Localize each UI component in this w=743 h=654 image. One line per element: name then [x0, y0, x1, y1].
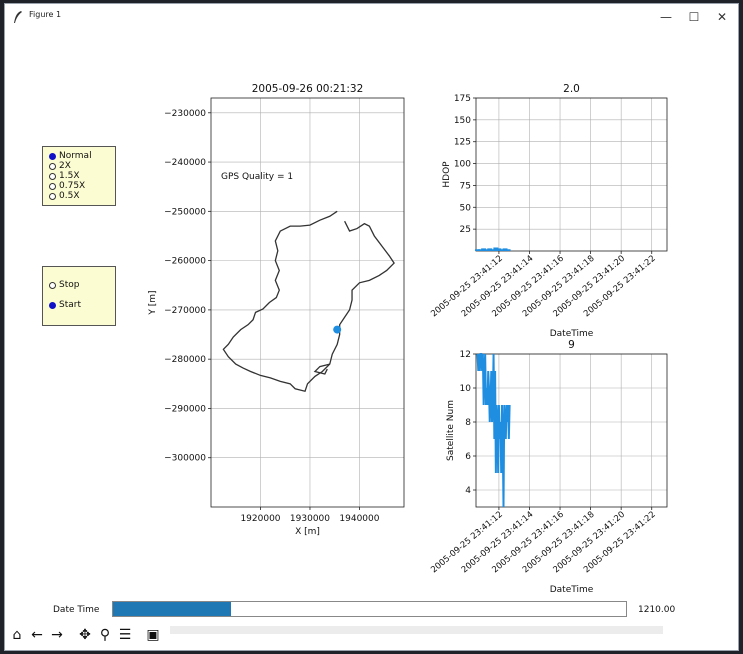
y-tick-label: 75 [460, 181, 471, 191]
hdop-bar [505, 249, 511, 251]
figure-canvas: −230000 −240000 −250000 −260000 −270000 −2800… [148, 83, 668, 595]
forward-icon[interactable]: → [48, 626, 66, 644]
x-axis-label: DateTime [550, 329, 594, 339]
y-tick-label: 100 [454, 160, 471, 170]
back-icon[interactable]: ← [28, 626, 46, 644]
axes-0 [208, 97, 405, 510]
radio-option-0-75x[interactable]: 0.75X [49, 181, 85, 191]
radio-label: 0.5X [59, 191, 80, 201]
y-tick-label: −290000 [164, 404, 206, 414]
y-tick-label: −230000 [164, 109, 206, 119]
y-tick-label: 12 [460, 350, 471, 360]
toolbar-strip [170, 626, 663, 634]
radio-button[interactable] [49, 172, 56, 180]
y-tick-label: −300000 [164, 454, 206, 464]
x-axis-label: DateTime [550, 585, 594, 595]
slider-fill [113, 602, 231, 616]
satellite-num-line [476, 353, 511, 508]
chart-title: 2.0 [563, 83, 580, 95]
radio-label: Normal [59, 151, 92, 161]
configure-icon[interactable]: ☰ [116, 626, 134, 644]
x-axis-label: X [m] [295, 527, 320, 537]
radio-option-2x[interactable]: 2X [49, 161, 71, 171]
y-tick-label: 150 [454, 116, 471, 126]
radio-label: Start [59, 300, 81, 310]
y-tick-label: 125 [454, 138, 471, 148]
y-tick-label: −260000 [164, 257, 206, 267]
radio-button[interactable] [49, 281, 56, 289]
y-tick-label: 4 [465, 486, 471, 496]
x-tick-label: 1930000 [290, 514, 330, 524]
save-icon[interactable]: ▣ [144, 626, 162, 644]
play-radio-group: Stop Start [42, 266, 116, 326]
y-axis-label: HDOP [442, 161, 452, 188]
radio-button[interactable] [49, 301, 56, 309]
radio-label: Stop [59, 280, 80, 290]
radio-label: 2X [59, 161, 71, 171]
pan-icon[interactable]: ✥ [76, 626, 94, 644]
axes-frame [475, 97, 668, 252]
y-tick-label: 6 [465, 452, 471, 462]
y-axis-label: Y [m] [148, 290, 158, 315]
radio-button[interactable] [49, 182, 56, 190]
y-axis-label: Satellite Num [446, 400, 456, 461]
y-tick-label: 8 [465, 418, 471, 428]
gps-quality-annotation: GPS Quality = 1 [221, 172, 293, 182]
radio-option-0-5x[interactable]: 0.5X [49, 191, 79, 201]
y-tick-label: −240000 [164, 158, 206, 168]
y-tick-label: 25 [460, 225, 471, 235]
radio-label: 0.75X [59, 181, 86, 191]
y-tick-label: −250000 [164, 207, 206, 217]
radio-option-start[interactable]: Start [49, 300, 81, 310]
axes-1 [473, 97, 668, 254]
radio-label: 1.5X [59, 171, 80, 181]
chart-title: 9 [568, 339, 575, 351]
y-tick-label: 50 [460, 203, 472, 213]
slider-label: Date Time [53, 605, 100, 615]
x-tick-label: 1940000 [339, 514, 379, 524]
axes-frame [210, 97, 405, 508]
axes-2 [473, 353, 668, 510]
current-position-marker [333, 325, 342, 334]
radio-option-1-5x[interactable]: 1.5X [49, 171, 79, 181]
radio-button[interactable] [49, 152, 56, 160]
speed-radio-group: Normal 2X 1.5X 0.75X 0.5X [42, 146, 116, 206]
y-tick-label: −280000 [164, 355, 206, 365]
y-tick-label: 175 [454, 94, 471, 104]
radio-button[interactable] [49, 192, 56, 200]
datetime-slider[interactable] [112, 601, 627, 617]
slider-value: 1210.00 [638, 605, 676, 615]
radio-option-stop[interactable]: Stop [49, 280, 79, 290]
radio-button[interactable] [49, 162, 56, 170]
home-icon[interactable]: ⌂ [8, 626, 26, 644]
gps-track-line [222, 210, 395, 392]
x-tick-label: 1920000 [240, 514, 280, 524]
chart-title: 2005-09-26 00:21:32 [252, 83, 364, 95]
radio-option-normal[interactable]: Normal [49, 151, 92, 161]
y-tick-label: −270000 [164, 306, 206, 316]
zoom-icon[interactable]: ⚲ [96, 626, 114, 644]
y-tick-label: 10 [460, 384, 472, 394]
